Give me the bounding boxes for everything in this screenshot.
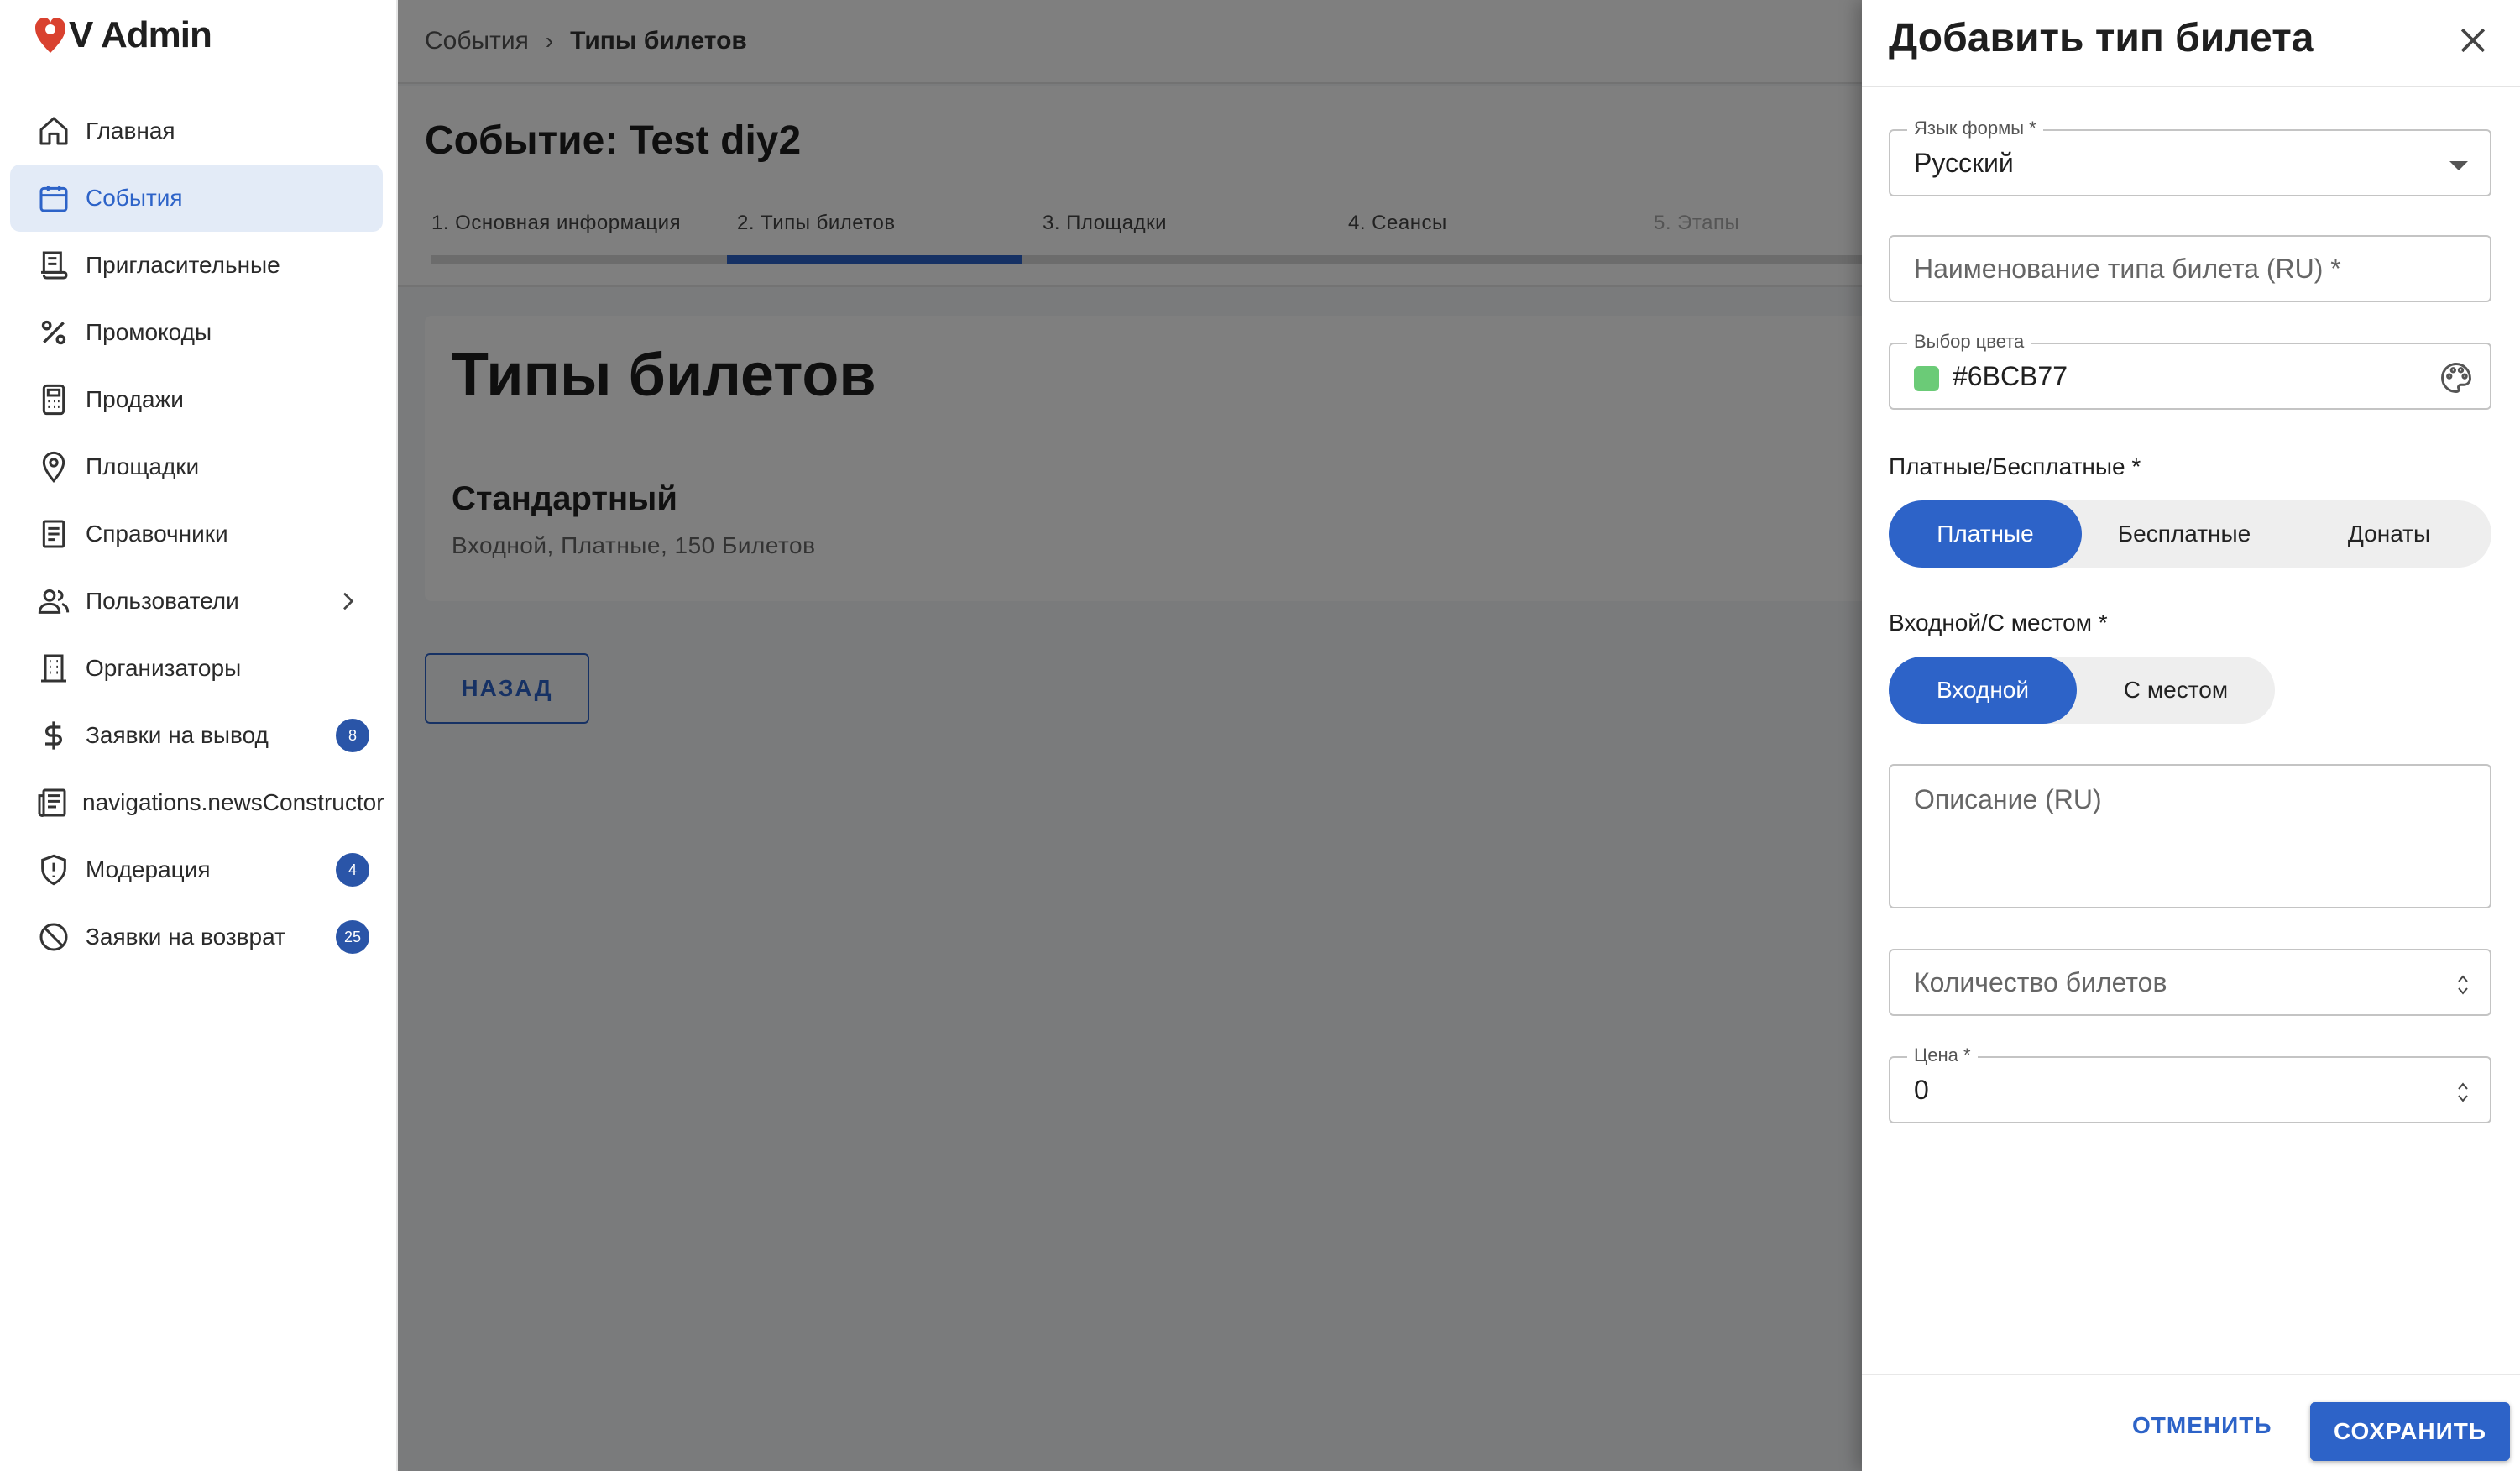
sidebar-item-home[interactable]: Главная	[10, 97, 383, 165]
home-icon	[35, 113, 72, 149]
sidebar-item-label: События	[86, 185, 183, 211]
save-button[interactable]: СОХРАНИТЬ	[2310, 1402, 2510, 1461]
seating-group-label: Входной/С местом *	[1889, 610, 2108, 636]
option-seated[interactable]: С местом	[2077, 657, 2275, 724]
ticket-quantity-input[interactable]: Количество билетов	[1889, 949, 2491, 1016]
drawer-title: Добавить тип билета	[1889, 16, 2314, 60]
sidebar-item-refunds[interactable]: Заявки на возврат 25	[10, 903, 383, 971]
percent-icon	[35, 314, 72, 351]
drawer-footer: ОТМЕНИТЬ СОХРАНИТЬ	[1862, 1374, 2520, 1471]
location-pin-icon	[35, 448, 72, 485]
price-value: 0	[1914, 1075, 1929, 1105]
palette-icon[interactable]	[2438, 359, 2475, 396]
paid-group-label: Платные/Бесплатные *	[1889, 453, 2141, 479]
sidebar-item-label: Промокоды	[86, 319, 212, 345]
sidebar-item-promocodes[interactable]: Промокоды	[10, 299, 383, 366]
building-icon	[35, 650, 72, 687]
drawer-divider	[1862, 86, 2520, 87]
block-icon	[35, 919, 72, 955]
stepper-arrows-icon[interactable]	[2455, 971, 2471, 999]
field-label: Цена *	[1907, 1044, 1978, 1066]
newspaper-icon	[35, 784, 69, 821]
sidebar-item-label: Заявки на вывод	[86, 722, 269, 748]
sidebar-item-events[interactable]: События	[10, 165, 383, 232]
sidebar-item-label: navigations.newsConstructor	[82, 789, 384, 815]
paid-toggle-group: Платные Бесплатные Донаты	[1889, 500, 2491, 568]
refunds-count-badge: 25	[336, 920, 369, 954]
sidebar-nav: Главная События Пригласительные Промокод…	[10, 97, 384, 971]
field-label: Язык формы *	[1907, 118, 2043, 139]
field-placeholder: Количество билетов	[1914, 967, 2167, 997]
book-icon	[35, 516, 72, 552]
users-icon	[35, 583, 72, 620]
sidebar-item-invitations[interactable]: Пригласительные	[10, 232, 383, 299]
option-free[interactable]: Бесплатные	[2082, 500, 2287, 568]
sidebar: V Admin Главная События Пригласительные …	[0, 0, 398, 1471]
color-hex-value: #6BCB77	[1953, 361, 2068, 391]
sidebar-item-organizers[interactable]: Организаторы	[10, 635, 383, 702]
field-placeholder: Наименование типа билета (RU) *	[1914, 254, 2341, 284]
caret-down-icon	[2449, 161, 2468, 170]
price-input[interactable]: Цена * 0	[1889, 1044, 2491, 1123]
sidebar-item-label: Организаторы	[86, 655, 242, 681]
sidebar-item-label: Пригласительные	[86, 252, 280, 278]
sidebar-item-label: Пользователи	[86, 588, 239, 614]
sidebar-item-label: Площадки	[86, 453, 200, 479]
sidebar-item-label: Главная	[86, 118, 175, 144]
moderation-count-badge: 4	[336, 853, 369, 887]
withdrawals-count-badge: 8	[336, 719, 369, 752]
chevron-right-icon	[334, 588, 361, 615]
shield-icon	[35, 851, 72, 888]
close-icon[interactable]	[2455, 22, 2491, 59]
sidebar-item-label: Продажи	[86, 386, 184, 412]
color-swatch[interactable]	[1914, 366, 1939, 391]
invitation-icon	[35, 247, 72, 284]
cancel-button[interactable]: ОТМЕНИТЬ	[2132, 1400, 2272, 1451]
color-picker-field[interactable]: Выбор цвета #6BCB77	[1889, 331, 2491, 410]
field-label: Выбор цвета	[1907, 331, 2031, 353]
form-language-value: Русский	[1914, 148, 2014, 178]
sidebar-item-label: Модерация	[86, 856, 211, 882]
sidebar-item-users[interactable]: Пользователи	[10, 568, 383, 635]
sidebar-item-news-constructor[interactable]: navigations.newsConstructor	[10, 769, 384, 836]
app-logo[interactable]: V Admin	[34, 10, 212, 60]
option-entry[interactable]: Входной	[1889, 657, 2077, 724]
description-textarea[interactable]: Описание (RU)	[1889, 764, 2491, 908]
option-paid[interactable]: Платные	[1889, 500, 2082, 568]
sidebar-item-label: Заявки на возврат	[86, 924, 285, 950]
option-donations[interactable]: Донаты	[2287, 500, 2491, 568]
sidebar-item-venues[interactable]: Площадки	[10, 433, 383, 500]
app-name: V Admin	[69, 14, 212, 55]
ticket-type-name-input[interactable]: Наименование типа билета (RU) *	[1889, 235, 2491, 302]
seating-toggle-group: Входной С местом	[1889, 657, 2275, 724]
add-ticket-type-drawer: Добавить тип билета Язык формы * Русский…	[1862, 0, 2520, 1471]
field-placeholder: Описание (RU)	[1914, 784, 2102, 814]
dollar-icon	[35, 717, 72, 754]
sidebar-item-label: Справочники	[86, 521, 228, 547]
stepper-arrows-icon[interactable]	[2455, 1078, 2471, 1107]
sidebar-item-references[interactable]: Справочники	[10, 500, 383, 568]
sidebar-item-sales[interactable]: Продажи	[10, 366, 383, 433]
sidebar-item-withdrawals[interactable]: Заявки на вывод 8	[10, 702, 383, 769]
form-language-select[interactable]: Язык формы * Русский	[1889, 118, 2491, 196]
calculator-icon	[35, 381, 72, 418]
sidebar-item-moderation[interactable]: Модерация 4	[10, 836, 383, 903]
heart-logo-icon	[34, 16, 67, 55]
calendar-icon	[35, 180, 72, 217]
